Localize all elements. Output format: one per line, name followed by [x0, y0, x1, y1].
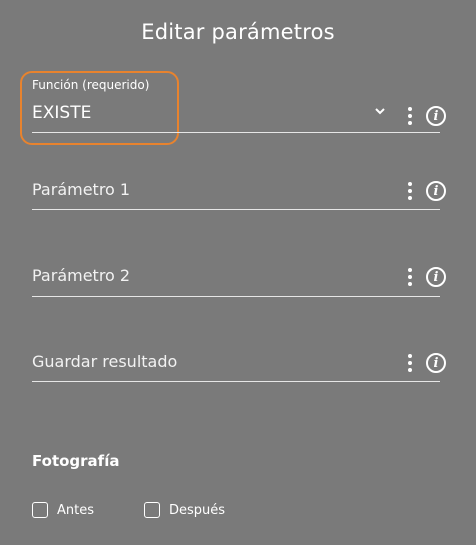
function-label: Función (requerido)	[32, 78, 150, 92]
checkbox-before[interactable]	[32, 502, 48, 518]
save-result-underline	[32, 381, 440, 382]
checkbox-before-label: Antes	[57, 502, 95, 518]
param2-menu-icon[interactable]	[405, 268, 415, 290]
param2-info-icon[interactable]: i	[426, 267, 446, 287]
save-result-menu-icon[interactable]	[405, 354, 415, 376]
checkbox-before-row[interactable]: Antes	[32, 502, 94, 518]
param2-placeholder: Parámetro 2	[32, 266, 131, 285]
param1-underline	[32, 209, 440, 210]
function-menu-icon[interactable]	[405, 107, 415, 129]
function-info-icon[interactable]: i	[426, 106, 446, 126]
save-result-field[interactable]: Guardar resultado i	[32, 348, 446, 384]
function-value[interactable]: EXISTE	[32, 103, 91, 123]
param2-field[interactable]: Parámetro 2 i	[32, 262, 446, 298]
chevron-down-icon[interactable]	[374, 106, 386, 116]
save-result-placeholder: Guardar resultado	[32, 352, 178, 371]
function-field[interactable]: Función (requerido) EXISTE i	[32, 74, 446, 136]
photo-section-title: Fotografía	[32, 452, 120, 470]
param1-placeholder: Parámetro 1	[32, 180, 131, 199]
checkbox-after-row[interactable]: Después	[144, 502, 225, 518]
dialog-title: Editar parámetros	[141, 20, 335, 44]
checkbox-after-label: Después	[169, 502, 226, 518]
param2-underline	[32, 296, 440, 297]
checkbox-after[interactable]	[144, 502, 160, 518]
function-underline	[32, 132, 440, 133]
param1-menu-icon[interactable]	[405, 182, 415, 204]
param1-field[interactable]: Parámetro 1 i	[32, 176, 446, 212]
save-result-info-icon[interactable]: i	[426, 353, 446, 373]
param1-info-icon[interactable]: i	[426, 181, 446, 201]
